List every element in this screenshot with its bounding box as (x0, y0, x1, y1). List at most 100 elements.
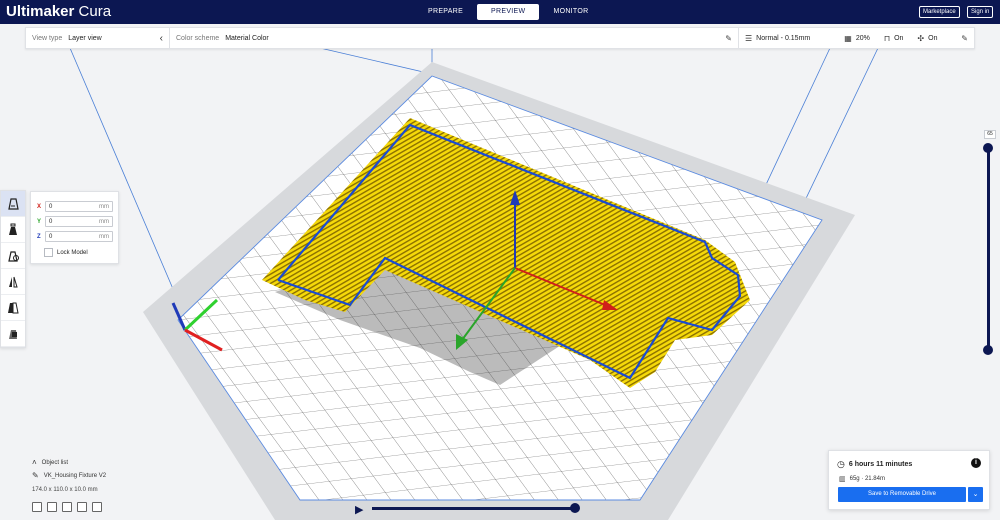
support-blocker-button[interactable] (1, 321, 25, 347)
tool-panel (0, 190, 26, 348)
y-value: 0 (49, 218, 53, 225)
chevron-down-icon: ⌄ (972, 491, 979, 498)
mirror-tool-button[interactable] (1, 269, 25, 295)
print-time: ◷ 6 hours 11 minutes (837, 459, 912, 470)
x-value: 0 (49, 203, 53, 210)
3d-viewport[interactable] (0, 24, 1000, 520)
signin-button[interactable]: Sign in (967, 6, 994, 18)
x-unit: mm (99, 203, 109, 210)
path-slider-handle[interactable] (570, 503, 580, 513)
z-unit: mm (99, 233, 109, 240)
color-scheme-selector[interactable]: Color scheme Material Color ✎ (170, 28, 739, 48)
infill-value: 20% (855, 34, 870, 42)
tab-preview[interactable]: PREVIEW (477, 4, 540, 20)
x-axis-label: X (37, 203, 42, 210)
right-view-icon[interactable] (92, 502, 102, 512)
support-value: On (894, 34, 904, 42)
lock-model-checkbox[interactable] (44, 248, 53, 257)
scale-tool-button[interactable] (1, 217, 25, 243)
move-icon (8, 197, 19, 210)
pencil-icon: ✎ (961, 33, 968, 43)
infill-icon: ▦ (844, 33, 852, 43)
print-time-value: 6 hours 11 minutes (848, 461, 913, 468)
build-plate-scene (69, 47, 879, 520)
adhesion-icon: ✣ (917, 33, 925, 43)
material-value: 65g · 21.84m (849, 476, 885, 482)
per-model-settings-button[interactable] (1, 295, 25, 321)
y-coordinate-row: Y 0 mm (37, 216, 113, 227)
layer-slider-top-handle[interactable] (983, 143, 993, 153)
support-blocker-icon (9, 329, 17, 339)
object-name: VK_Housing Fixture V2 (43, 472, 107, 479)
view-settings-bar: View type Layer view ‹ Color scheme Mate… (25, 27, 975, 49)
layer-slider-track[interactable] (987, 148, 990, 350)
scale-icon (9, 223, 17, 235)
stage-tabs: PREPARE PREVIEW MONITOR (414, 4, 602, 20)
info-icon[interactable]: i (971, 458, 981, 468)
play-icon[interactable]: ▶ (355, 503, 363, 516)
mirror-icon (9, 276, 18, 287)
support-setting: ⊓ On (884, 34, 904, 43)
view-type-selector[interactable]: View type Layer view ‹ (26, 28, 170, 48)
object-dimensions: 174.0 x 110.0 x 10.0 mm (32, 487, 98, 493)
camera-view-buttons (32, 502, 107, 512)
rotate-icon (8, 250, 19, 262)
x-input[interactable]: 0 mm (45, 201, 113, 212)
pencil-icon: ✎ (32, 471, 39, 480)
lock-model-label: Lock Model (57, 249, 88, 256)
per-model-settings-icon (8, 302, 19, 313)
print-settings-selector[interactable]: ☰ Normal - 0.15mm ▦ 20% ⊓ On ✣ On ✎ (739, 28, 974, 48)
profile-value: Normal - 0.15mm (756, 34, 811, 42)
view-type-value: Layer view (68, 34, 102, 42)
adhesion-value: On (928, 34, 938, 42)
color-scheme-label: Color scheme (176, 34, 220, 42)
spool-icon: ▥ (839, 476, 846, 483)
move-tool-button[interactable] (1, 191, 25, 217)
z-axis-label: Z (37, 233, 41, 240)
infill-setting: ▦ 20% (844, 34, 870, 43)
color-scheme-value: Material Color (225, 34, 269, 42)
y-axis-label: Y (37, 218, 42, 225)
output-device-dropdown[interactable]: ⌄ (968, 487, 983, 502)
volume-edge-line (319, 47, 433, 75)
front-view-icon[interactable] (47, 502, 57, 512)
layer-slider-bottom-handle[interactable] (983, 345, 993, 355)
z-coordinate-row: Z 0 mm (37, 231, 113, 242)
y-unit: mm (99, 218, 109, 225)
volume-edge-line (69, 47, 183, 311)
chevron-left-icon: ‹ (159, 32, 163, 44)
tab-monitor[interactable]: MONITOR (539, 4, 602, 20)
pencil-icon: ✎ (725, 33, 732, 43)
tab-prepare[interactable]: PREPARE (414, 4, 477, 20)
brand-name: Ultimaker (6, 3, 75, 20)
layer-number-label: 65 (984, 130, 996, 139)
support-icon: ⊓ (883, 33, 891, 43)
save-to-removable-drive-button[interactable]: Save to Removable Drive (838, 487, 966, 502)
clock-icon: ◷ (837, 459, 845, 469)
print-output-panel: ◷ 6 hours 11 minutes i ▥ 65g · 21.84m Sa… (828, 450, 990, 510)
rotate-tool-button[interactable] (1, 243, 25, 269)
z-input[interactable]: 0 mm (45, 231, 113, 242)
marketplace-button[interactable]: Marketplace (919, 6, 960, 18)
left-view-icon[interactable] (77, 502, 87, 512)
z-value: 0 (49, 233, 53, 240)
brand-suffix: Cura (78, 3, 112, 20)
x-coordinate-row: X 0 mm (37, 201, 113, 212)
object-list: ˄ Object list ✎ VK_Housing Fixture V2 (32, 458, 106, 484)
3d-view-icon[interactable] (32, 502, 42, 512)
chevron-up-icon: ˄ (32, 458, 37, 467)
material-usage: ▥ 65g · 21.84m (839, 475, 885, 483)
adhesion-setting: ✣ On (917, 34, 937, 43)
app-logo: Ultimaker Cura (6, 3, 111, 21)
lock-model-option[interactable]: Lock Model (44, 248, 88, 257)
layers-icon: ☰ (745, 33, 753, 43)
top-view-icon[interactable] (62, 502, 72, 512)
y-input[interactable]: 0 mm (45, 216, 113, 227)
path-slider-track[interactable] (372, 507, 576, 510)
object-list-item[interactable]: ✎ VK_Housing Fixture V2 (32, 471, 106, 480)
view-type-label: View type (32, 34, 63, 42)
top-header: Ultimaker Cura PREPARE PREVIEW MONITOR M… (0, 0, 1000, 24)
object-list-toggle[interactable]: ˄ Object list (32, 458, 106, 467)
profile-setting: ☰ Normal - 0.15mm (745, 34, 810, 43)
move-tool-panel: X 0 mm Y 0 mm Z 0 mm Lock Model (30, 191, 119, 264)
